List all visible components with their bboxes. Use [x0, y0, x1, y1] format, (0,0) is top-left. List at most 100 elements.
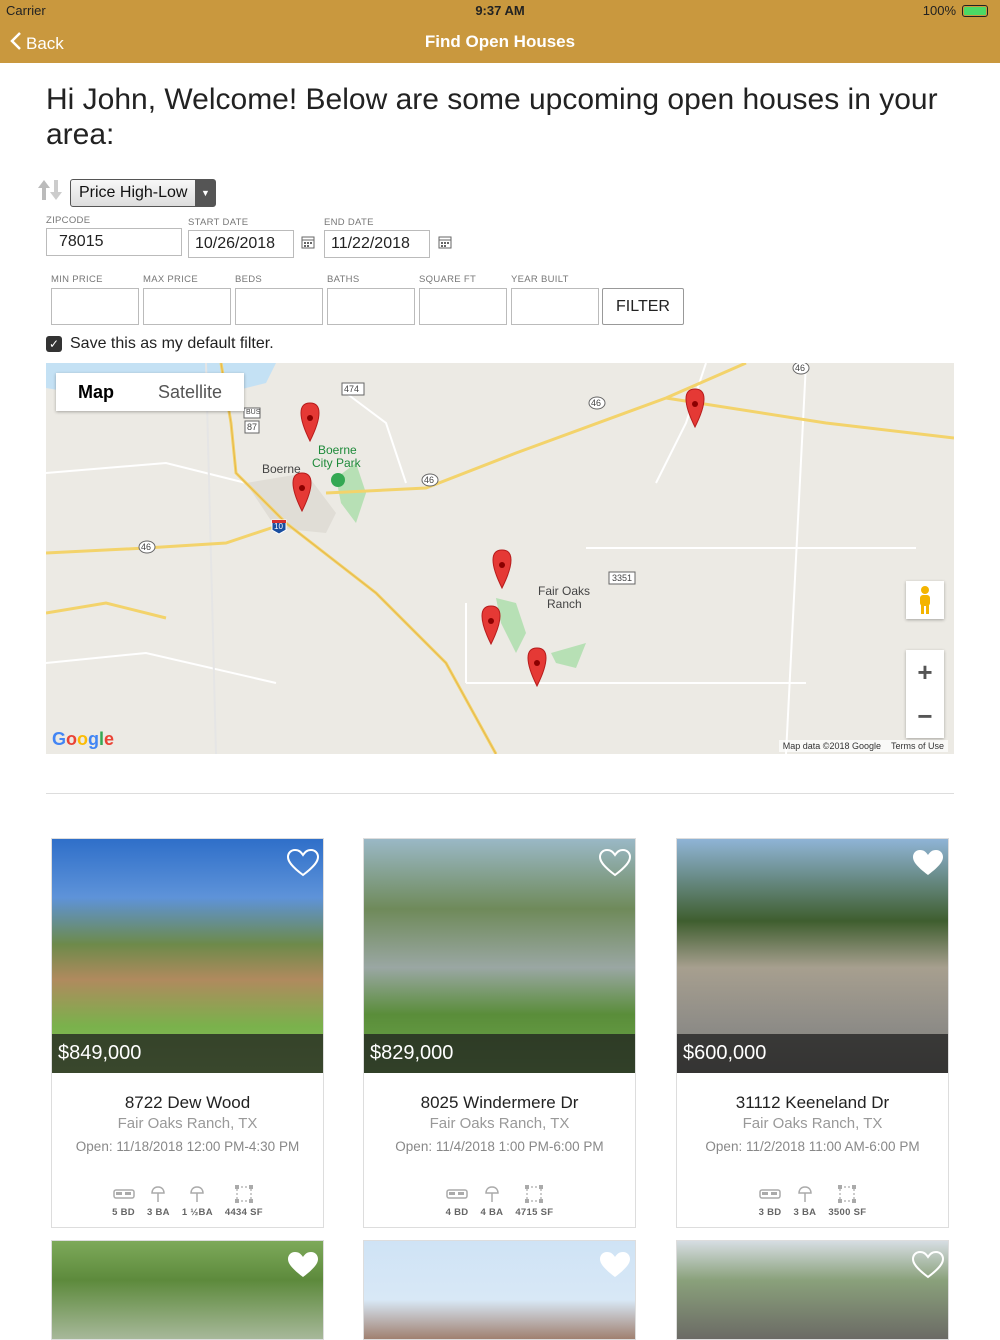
map-label-park: City Park [312, 456, 361, 470]
route-label: 3351 [612, 573, 633, 583]
heart-icon[interactable] [599, 1251, 631, 1284]
feature-item: 3500 SF [828, 1185, 866, 1218]
zipcode-label: ZIPCODE [46, 215, 91, 226]
map-label-fair-oaks: Fair Oaks [538, 584, 591, 598]
map-attribution: Map data ©2018 Google Terms of Use [778, 740, 948, 752]
heart-outline-icon[interactable] [911, 1250, 945, 1284]
listing-card[interactable]: $829,000 8025 Windermere Dr Fair Oaks Ranc… [363, 838, 636, 1228]
map-type-toggle: Map Satellite [56, 373, 245, 411]
map-tab[interactable]: Map [56, 373, 136, 411]
feature-item: 3 BA [793, 1185, 816, 1218]
route-label: 10 [274, 522, 283, 531]
sort-select[interactable]: Price High-Low ▼ [70, 178, 217, 207]
listing-city: Fair Oaks Ranch, TX [117, 1115, 258, 1132]
listing-card-partial[interactable] [676, 1240, 949, 1340]
listing-city: Fair Oaks Ranch, TX [429, 1115, 570, 1132]
square-ft-input[interactable] [419, 288, 507, 325]
terms-of-use-link[interactable]: Terms of Use [891, 741, 944, 751]
satellite-tab[interactable]: Satellite [136, 373, 244, 411]
bed-icon [112, 1185, 135, 1203]
feature-item: 4 BD [446, 1185, 469, 1218]
square-footage-icon [234, 1185, 253, 1203]
end-date-label: END DATE [324, 217, 374, 228]
dropdown-arrow-icon: ▼ [195, 179, 216, 206]
shower-icon [189, 1185, 205, 1203]
heart-outline-icon[interactable] [286, 848, 320, 882]
route-label: BUS [246, 409, 261, 416]
zoom-out-button[interactable]: − [906, 694, 944, 738]
bed-icon [759, 1185, 781, 1203]
welcome-heading: Hi John, Welcome! Below are some upcomin… [46, 83, 938, 151]
map[interactable]: 474 3351 BUS 87 46 46 46 46 10 Boerne Bo… [46, 363, 954, 754]
feature-item: 3 BD [759, 1185, 782, 1218]
feature-item: 1 ½BA [182, 1185, 213, 1218]
shower-icon [484, 1185, 500, 1203]
bed-icon [446, 1185, 468, 1203]
battery-icon [962, 5, 988, 17]
square-ft-label: SQUARE FT [419, 274, 477, 285]
feature-label: 3 BA [793, 1207, 817, 1218]
sort-icon [36, 178, 64, 207]
route-label: 474 [344, 384, 360, 394]
start-date-label: START DATE [188, 217, 249, 228]
listing-street[interactable]: 8722 Dew Wood [52, 1093, 323, 1113]
square-footage-icon [525, 1185, 544, 1203]
filter-button[interactable]: FILTER [602, 288, 684, 325]
shower-icon [797, 1185, 813, 1203]
route-label: 46 [424, 475, 435, 485]
listing-card[interactable]: $600,000 31112 Keeneland Dr Fair Oaks Ranc… [676, 838, 949, 1228]
listing-street[interactable]: 31112 Keeneland Dr [677, 1093, 948, 1113]
street-view-pegman-icon[interactable] [906, 581, 944, 619]
heart-icon[interactable] [912, 849, 944, 882]
listing-street[interactable]: 8025 Windermere Dr [364, 1093, 635, 1113]
year-built-label: YEAR BUILT [511, 274, 569, 285]
max-price-input[interactable] [143, 288, 231, 325]
heart-outline-icon[interactable] [598, 848, 632, 882]
feature-label: 3 BA [146, 1207, 170, 1218]
save-default-row: ✓ Save this as my default filter. [46, 335, 274, 353]
baths-input[interactable] [327, 288, 415, 325]
route-label: 46 [795, 363, 806, 373]
save-default-checkbox[interactable]: ✓ [46, 336, 62, 352]
google-logo: Google [52, 729, 115, 749]
map-base [46, 363, 954, 754]
min-price-input[interactable] [51, 288, 139, 325]
listing-card[interactable]: $849,000 8722 Dew Wood Fair Oaks Ranch, TX… [51, 838, 324, 1228]
heart-icon[interactable] [287, 1251, 319, 1284]
feature-item: 4 BA [480, 1185, 503, 1218]
feature-item: 4434 SF [225, 1185, 263, 1218]
listing-features: 4 BD 4 BA 4715 SF [364, 1185, 635, 1218]
end-date-value: 11/22/2018 [331, 235, 410, 252]
page-title: Find Open Houses [424, 32, 576, 51]
square-footage-icon [838, 1185, 857, 1203]
listing-card-partial[interactable] [363, 1240, 636, 1340]
status-bar: Carrier 9:37 AM 100% [0, 0, 1000, 22]
feature-label: 1 ½BA [181, 1207, 213, 1218]
zoom-in-button[interactable]: + [906, 650, 944, 694]
year-built-input[interactable] [511, 288, 599, 325]
max-price-label: MAX PRICE [143, 274, 198, 285]
feature-item: 4715 SF [515, 1185, 553, 1218]
listing-card-partial[interactable] [51, 1240, 324, 1340]
feature-item: 5 BD [112, 1185, 135, 1218]
map-data-label: Map data ©2018 Google [782, 741, 881, 751]
map-label-fair-oaks: Ranch [547, 597, 582, 611]
sort-selected-value: Price High-Low [79, 183, 188, 201]
calendar-icon[interactable] [301, 235, 315, 252]
feature-label: 4 BA [480, 1207, 504, 1218]
end-date-input[interactable]: 11/22/2018 [324, 230, 430, 258]
baths-label: BATHS [327, 274, 360, 285]
battery-percent: 100% [922, 3, 956, 18]
listing-open-time: Open: 11/2/2018 11:00 AM-6:00 PM [705, 1139, 920, 1154]
sort-row: Price High-Low ▼ [36, 178, 217, 207]
route-label: 46 [141, 542, 152, 552]
save-default-label: Save this as my default filter. [70, 335, 274, 352]
calendar-icon[interactable] [438, 235, 452, 252]
zipcode-input[interactable]: 78015 [46, 228, 182, 256]
zipcode-value: 78015 [59, 233, 104, 250]
start-date-input[interactable]: 10/26/2018 [188, 230, 294, 258]
feature-label: 4 BD [445, 1207, 469, 1218]
beds-input[interactable] [235, 288, 323, 325]
feature-label: 4715 SF [515, 1207, 554, 1218]
feature-label: 5 BD [112, 1207, 135, 1218]
